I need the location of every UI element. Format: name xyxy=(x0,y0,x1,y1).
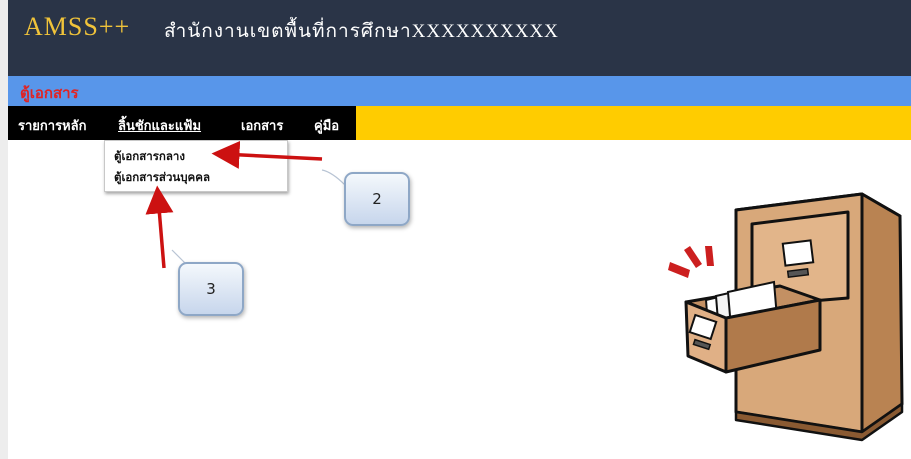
annotation-overlay xyxy=(145,140,904,442)
callout-2: 2 xyxy=(344,172,410,226)
annotation-arrow-3 xyxy=(145,185,174,269)
filing-cabinet-icon xyxy=(668,192,904,442)
annotation-arrow-2 xyxy=(211,140,323,169)
callout-3: 3 xyxy=(178,262,244,316)
